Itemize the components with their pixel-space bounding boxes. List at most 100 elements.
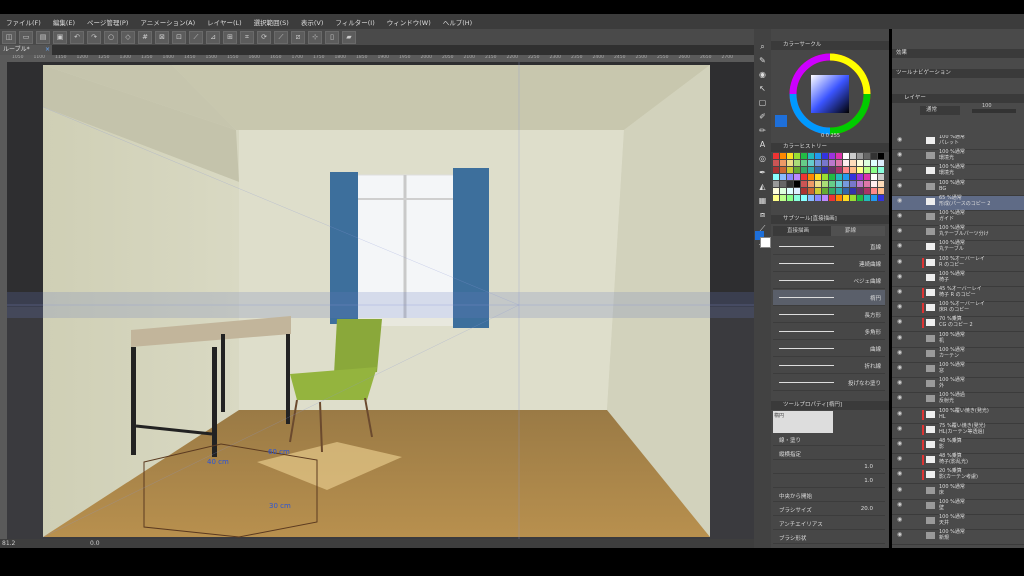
history-swatch[interactable]: [871, 195, 877, 201]
history-swatch[interactable]: [864, 153, 870, 159]
history-swatch[interactable]: [850, 167, 856, 173]
figure-tool-icon[interactable]: ◎: [756, 153, 769, 165]
history-swatch[interactable]: [871, 188, 877, 194]
layer-row[interactable]: ◉ 75 %覆い焼き(発光) HL(カーテン等透過): [892, 423, 1024, 439]
visibility-eye-icon[interactable]: ◉: [897, 243, 902, 249]
visibility-eye-icon[interactable]: ◉: [897, 486, 902, 493]
history-swatch[interactable]: [822, 181, 828, 187]
menu-edit[interactable]: 編集(E): [47, 17, 81, 27]
history-swatch[interactable]: [808, 174, 814, 180]
history-swatch[interactable]: [829, 153, 835, 159]
document-icon[interactable]: ▯: [325, 30, 339, 44]
menu-animation[interactable]: アニメーション(A): [134, 17, 201, 27]
ruler-snap-icon[interactable]: ⟋: [189, 30, 203, 44]
visibility-eye-icon[interactable]: ◉: [897, 395, 902, 401]
history-swatch[interactable]: [843, 160, 849, 166]
history-swatch[interactable]: [773, 160, 779, 166]
history-swatch[interactable]: [801, 167, 807, 173]
history-swatch[interactable]: [787, 160, 793, 166]
tool-property-header[interactable]: ツールプロパティ[楕円]: [771, 401, 889, 410]
opacity-slider[interactable]: [972, 109, 1016, 113]
pen-tool-icon[interactable]: ✎: [756, 55, 769, 67]
history-swatch[interactable]: [787, 174, 793, 180]
history-swatch[interactable]: [801, 174, 807, 180]
history-swatch[interactable]: [780, 167, 786, 173]
history-swatch[interactable]: [794, 153, 800, 159]
visibility-eye-icon[interactable]: ◉: [897, 228, 902, 234]
brush-tool-icon[interactable]: ✒: [756, 167, 769, 179]
history-swatch[interactable]: [843, 181, 849, 187]
history-swatch[interactable]: [878, 181, 884, 187]
history-swatch[interactable]: [801, 160, 807, 166]
layer-row[interactable]: ◉ 100 %通常 BG: [892, 180, 1024, 196]
history-swatch[interactable]: [822, 160, 828, 166]
history-swatch[interactable]: [850, 153, 856, 159]
history-swatch[interactable]: [780, 160, 786, 166]
history-swatch[interactable]: [878, 174, 884, 180]
visibility-eye-icon[interactable]: ◉: [897, 441, 902, 447]
text-tool-icon[interactable]: A: [756, 139, 769, 151]
history-swatch[interactable]: [864, 181, 870, 187]
history-swatch[interactable]: [850, 160, 856, 166]
layer-row[interactable]: ◉ 100 %通常 丸テーブル: [892, 241, 1024, 257]
tool-property-row[interactable]: 線・塗り: [773, 433, 885, 446]
layer-row[interactable]: ◉ 100 %通常壁: [892, 499, 1024, 515]
menu-file[interactable]: ファイル(F): [0, 17, 47, 27]
visibility-eye-icon[interactable]: ◉: [897, 213, 902, 219]
redo-icon[interactable]: ↷: [87, 30, 101, 44]
subtool-item[interactable]: 投げなわ塗り: [773, 375, 885, 391]
history-swatch[interactable]: [787, 181, 793, 187]
menu-view[interactable]: 表示(V): [295, 17, 330, 27]
history-swatch[interactable]: [836, 160, 842, 166]
color-circle-header[interactable]: カラーサークル: [771, 41, 889, 50]
history-swatch[interactable]: [780, 195, 786, 201]
operation-tool-icon[interactable]: ◉: [756, 69, 769, 81]
history-swatch[interactable]: [773, 195, 779, 201]
subtool-item[interactable]: 折れ線: [773, 358, 885, 374]
layer-row[interactable]: ◉ 45 %オーバーレイ 椅子 R のコピー: [892, 286, 1024, 302]
history-swatch[interactable]: [822, 153, 828, 159]
history-swatch[interactable]: [857, 195, 863, 201]
history-swatch[interactable]: [871, 160, 877, 166]
layer-row[interactable]: ◉ 100 %通過 反射光: [892, 393, 1024, 409]
history-swatch[interactable]: [815, 153, 821, 159]
history-swatch[interactable]: [808, 188, 814, 194]
snap-special-icon[interactable]: ⊹: [308, 30, 322, 44]
history-swatch[interactable]: [808, 181, 814, 187]
visibility-eye-icon[interactable]: ◉: [897, 456, 902, 462]
history-swatch[interactable]: [815, 160, 821, 166]
history-swatch[interactable]: [836, 195, 842, 201]
history-swatch[interactable]: [794, 195, 800, 201]
layer-row[interactable]: ◉ 100 %通常机: [892, 332, 1024, 348]
history-swatch[interactable]: [815, 195, 821, 201]
history-swatch[interactable]: [836, 167, 842, 173]
tool-property-row[interactable]: ブラシ形状: [773, 531, 885, 544]
visibility-eye-icon[interactable]: ◉: [897, 304, 902, 310]
layer-row[interactable]: ◉ 48 %乗算影: [892, 438, 1024, 454]
grid-snap-icon[interactable]: ⊞: [223, 30, 237, 44]
save-icon[interactable]: ▣: [53, 30, 67, 44]
invert-icon[interactable]: ⊡: [172, 30, 186, 44]
history-swatch[interactable]: [773, 188, 779, 194]
layer-row[interactable]: ◉ 48 %乗算 椅子(影乱光): [892, 454, 1024, 470]
history-swatch[interactable]: [822, 188, 828, 194]
history-swatch[interactable]: [773, 167, 779, 173]
history-swatch[interactable]: [878, 153, 884, 159]
history-swatch[interactable]: [850, 181, 856, 187]
subtool-item[interactable]: 長方形: [773, 307, 885, 323]
history-swatch[interactable]: [787, 153, 793, 159]
document-tab[interactable]: ルーブル* ×: [0, 45, 52, 55]
history-swatch[interactable]: [773, 181, 779, 187]
subtool-tab-direct[interactable]: 直接描画: [773, 226, 831, 236]
tool-property-row[interactable]: 1.0: [773, 475, 885, 488]
move-tool-icon[interactable]: ↖: [756, 83, 769, 95]
eyedropper-tool-icon[interactable]: ✐: [756, 111, 769, 123]
history-swatch[interactable]: [787, 167, 793, 173]
visibility-eye-icon[interactable]: ◉: [897, 167, 902, 173]
history-swatch[interactable]: [787, 188, 793, 194]
subtool-item[interactable]: ベジェ曲線: [773, 273, 885, 289]
visibility-eye-icon[interactable]: ◉: [897, 274, 902, 280]
app-icon[interactable]: ◫: [2, 30, 16, 44]
tool-property-row[interactable]: アンチエイリアス: [773, 517, 885, 530]
close-tab-icon[interactable]: ×: [45, 45, 50, 55]
